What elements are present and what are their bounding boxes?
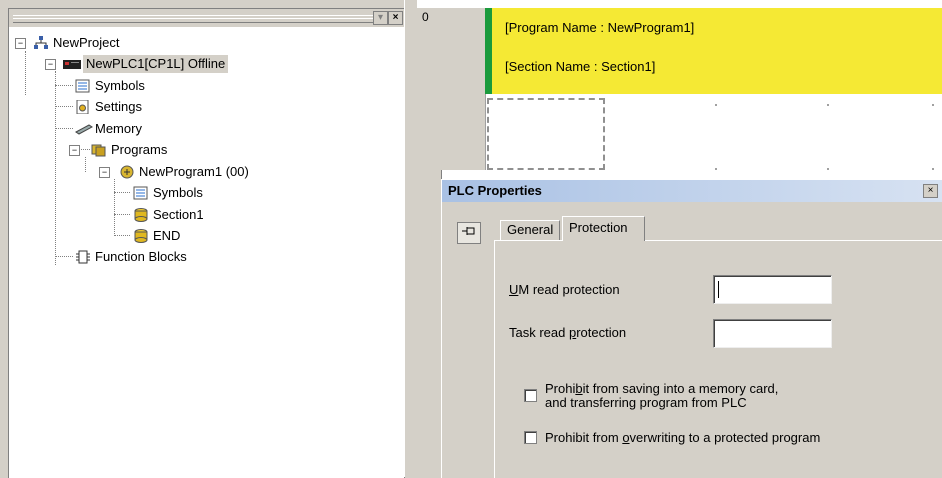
program-name-label: [Program Name : NewProgram1] <box>505 20 695 35</box>
tree-label-section1: Section1 <box>153 207 204 222</box>
prohibit-memory-card-checkbox[interactable] <box>524 389 537 402</box>
plc-properties-dialog: PLC Properties × General Protection UM r… <box>441 179 942 478</box>
tree-label-programs: Programs <box>111 142 168 157</box>
tree-node-end[interactable]: END <box>133 227 180 245</box>
expand-program1-toggle[interactable]: − <box>99 167 110 178</box>
tab-general[interactable]: General <box>500 220 561 240</box>
section-icon <box>133 229 149 243</box>
expand-project-toggle[interactable]: − <box>15 38 26 49</box>
dialog-titlebar[interactable]: PLC Properties × <box>442 180 942 202</box>
rung-gutter: 0 <box>417 8 486 170</box>
tree-label-end: END <box>153 228 181 243</box>
tree-node-project[interactable]: NewProject <box>33 34 119 52</box>
um-read-protection-input[interactable] <box>713 275 832 304</box>
expand-plc-toggle[interactable]: − <box>45 59 56 70</box>
settings-icon <box>75 99 91 115</box>
dialog-close-button[interactable]: × <box>923 184 938 198</box>
prohibit-overwrite-label: Prohibit from overwriting to a protected… <box>545 430 821 445</box>
tree-node-program-symbols[interactable]: Symbols <box>133 184 203 202</box>
symbols-icon <box>133 186 149 200</box>
pin-icon[interactable] <box>457 222 481 244</box>
rung-gutter-lower <box>417 170 442 477</box>
um-read-protection-label: UM read protection <box>509 282 620 297</box>
network-icon <box>33 36 49 50</box>
section-name-label: [Section Name : Section1] <box>505 59 656 74</box>
protection-tab-panel: UM read protection Task read protection … <box>494 240 942 478</box>
tree-label-function-blocks: Function Blocks <box>95 249 187 264</box>
prohibit-memory-card-label: Prohibit from saving into a memory card,… <box>545 381 779 410</box>
task-read-protection-label: Task read protection <box>509 325 627 340</box>
left-power-rail <box>485 8 492 94</box>
tree-node-symbols[interactable]: Symbols <box>75 77 145 95</box>
project-tree-panel: ▾ × − NewProject − NewPLC1[CP1L] Offline… <box>8 8 405 478</box>
tree-label-settings: Settings <box>95 99 142 114</box>
tab-protection[interactable]: Protection <box>562 216 645 241</box>
tree-node-function-blocks[interactable]: Function Blocks <box>75 248 187 266</box>
symbols-icon <box>75 79 91 93</box>
tree-node-plc[interactable]: NewPLC1[CP1L] Offline <box>63 55 229 73</box>
prohibit-overwrite-checkbox[interactable] <box>524 431 537 444</box>
tree-label-program-symbols: Symbols <box>153 185 203 200</box>
rung-number: 0 <box>422 10 429 24</box>
tree-label-project: NewProject <box>53 35 120 50</box>
tree-close-button[interactable]: × <box>388 11 403 25</box>
tree-node-settings[interactable]: Settings <box>75 98 142 116</box>
memory-chip-icon <box>75 122 93 136</box>
tree-node-section1[interactable]: Section1 <box>133 206 204 224</box>
expand-programs-toggle[interactable]: − <box>69 145 80 156</box>
function-block-icon <box>75 250 91 264</box>
dialog-title: PLC Properties <box>448 183 542 198</box>
tree-label-symbols: Symbols <box>95 78 145 93</box>
ladder-cursor[interactable] <box>487 98 605 170</box>
program-icon <box>119 165 135 179</box>
tree-minimize-button[interactable]: ▾ <box>373 11 388 25</box>
tree-node-program1[interactable]: NewProgram1 (00) <box>119 163 249 181</box>
pane-splitter[interactable] <box>404 0 418 477</box>
programs-icon <box>91 143 107 157</box>
text-caret <box>718 281 719 298</box>
task-read-protection-input[interactable] <box>713 319 832 348</box>
tree-node-memory[interactable]: Memory <box>75 120 142 138</box>
section-icon <box>133 208 149 222</box>
tree-node-programs[interactable]: Programs <box>91 141 167 159</box>
plc-device-icon <box>63 57 81 71</box>
tree-label-memory: Memory <box>95 121 142 136</box>
panel-grip[interactable] <box>13 15 373 23</box>
tree-label-program1: NewProgram1 (00) <box>139 164 249 179</box>
tree-label-plc: NewPLC1[CP1L] Offline <box>83 55 229 73</box>
tree-titlebar[interactable]: ▾ × <box>9 9 404 27</box>
